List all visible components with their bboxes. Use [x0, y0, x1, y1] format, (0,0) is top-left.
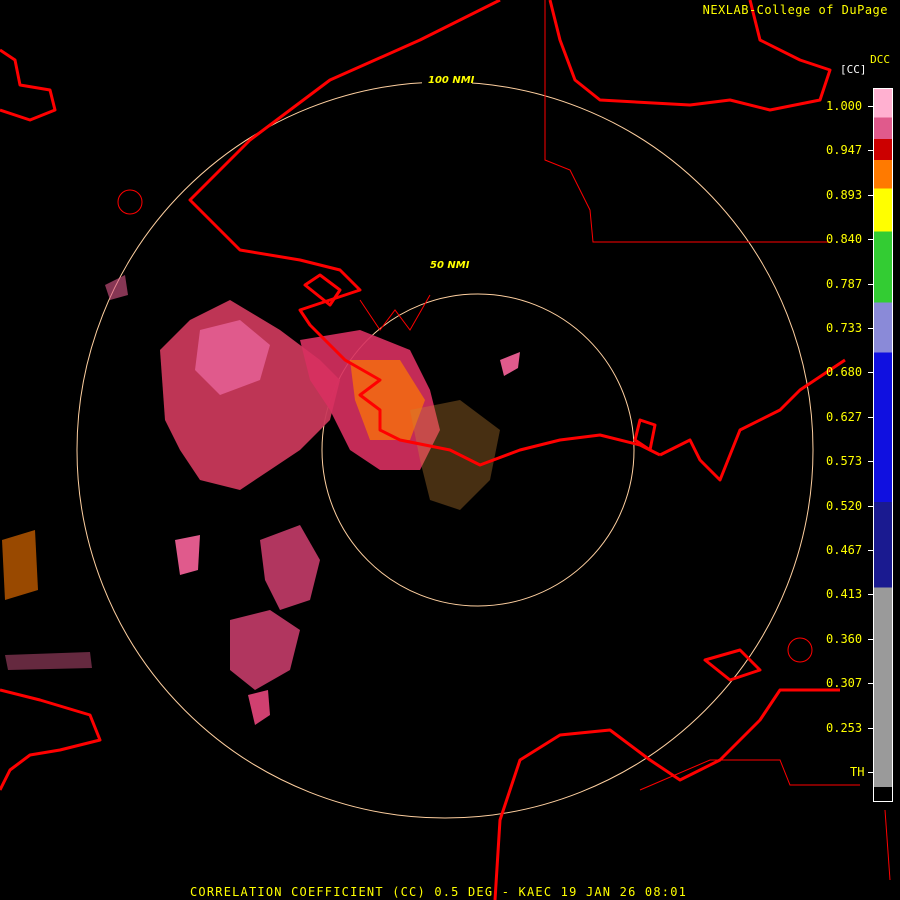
echo-band-south-2 [230, 610, 300, 690]
coastline-nw [0, 48, 57, 122]
scale-tick [868, 416, 874, 418]
scale-label: 0.733 [826, 321, 863, 335]
scale-tick [868, 772, 874, 773]
island-south-east [703, 648, 762, 682]
scale-tick [868, 328, 874, 329]
scale-label: 0.467 [826, 543, 863, 557]
product-code: DCC [870, 53, 890, 66]
echo-band-south [260, 525, 320, 610]
scale-tick [868, 550, 874, 551]
scale-label: 0.893 [826, 187, 863, 202]
border-line-edge [884, 809, 891, 881]
ring-label-100: 100 NMI [428, 75, 475, 86]
scale-tick [868, 461, 874, 463]
island-central [303, 273, 342, 307]
border-line-ne [544, 0, 830, 243]
scale-label: 0.253 [826, 720, 863, 735]
coastline-south [493, 688, 840, 900]
scale-tick [868, 594, 874, 596]
echo-cell-ne [500, 352, 520, 376]
radar-display: 100 NMI 50 NMI NEXLAB-College of DuPage … [0, 0, 900, 900]
scale-label: 0.573 [826, 454, 863, 469]
coastline-sw [0, 688, 102, 791]
scale-tick [868, 194, 874, 196]
scale-tick [868, 106, 874, 107]
radar-map: 100 NMI 50 NMI [0, 0, 891, 900]
ring-label-50: 50 NMI [430, 260, 470, 271]
credit-label: NEXLAB-College of DuPage [702, 3, 888, 17]
scale-label: 0.307 [826, 676, 863, 691]
scale-label: 0.627 [826, 409, 863, 424]
scale-tick [868, 505, 874, 507]
scale-label: 0.787 [826, 276, 863, 291]
lake-outline-se [787, 637, 813, 663]
scale-tick [868, 638, 874, 640]
echo-cell-far-west-2 [5, 652, 92, 670]
unit-label: [CC] [840, 63, 867, 76]
product-title: CORRELATION COEFFICIENT (CC) 0.5 DEG - K… [190, 885, 688, 899]
echo-cell-far-west [2, 530, 38, 600]
scale-label: 0.520 [826, 498, 863, 513]
echo-cell-sw-1 [175, 535, 200, 575]
echo-cell-nw [105, 275, 128, 300]
echo-cell-sw-2 [248, 690, 270, 725]
scale-tick [868, 283, 874, 285]
echo-region-east [410, 400, 500, 510]
coastline-east [659, 358, 846, 482]
scale-label: 1.000 [826, 99, 863, 113]
scale-tick [868, 727, 874, 729]
scale-tick [868, 683, 874, 685]
scale-label: 0.680 [826, 365, 863, 380]
scale-label: 0.413 [826, 587, 863, 602]
coastline-detail [359, 294, 431, 331]
scale-label: 0.360 [826, 631, 863, 646]
scale-tick [868, 239, 874, 241]
color-scale-bar [873, 88, 893, 802]
scale-label: 0.840 [826, 232, 863, 247]
lake-outline [117, 189, 143, 215]
radar-echoes [2, 275, 520, 725]
scale-label: 0.947 [826, 143, 863, 158]
scale-tick [868, 372, 874, 374]
scale-tick [868, 150, 874, 152]
